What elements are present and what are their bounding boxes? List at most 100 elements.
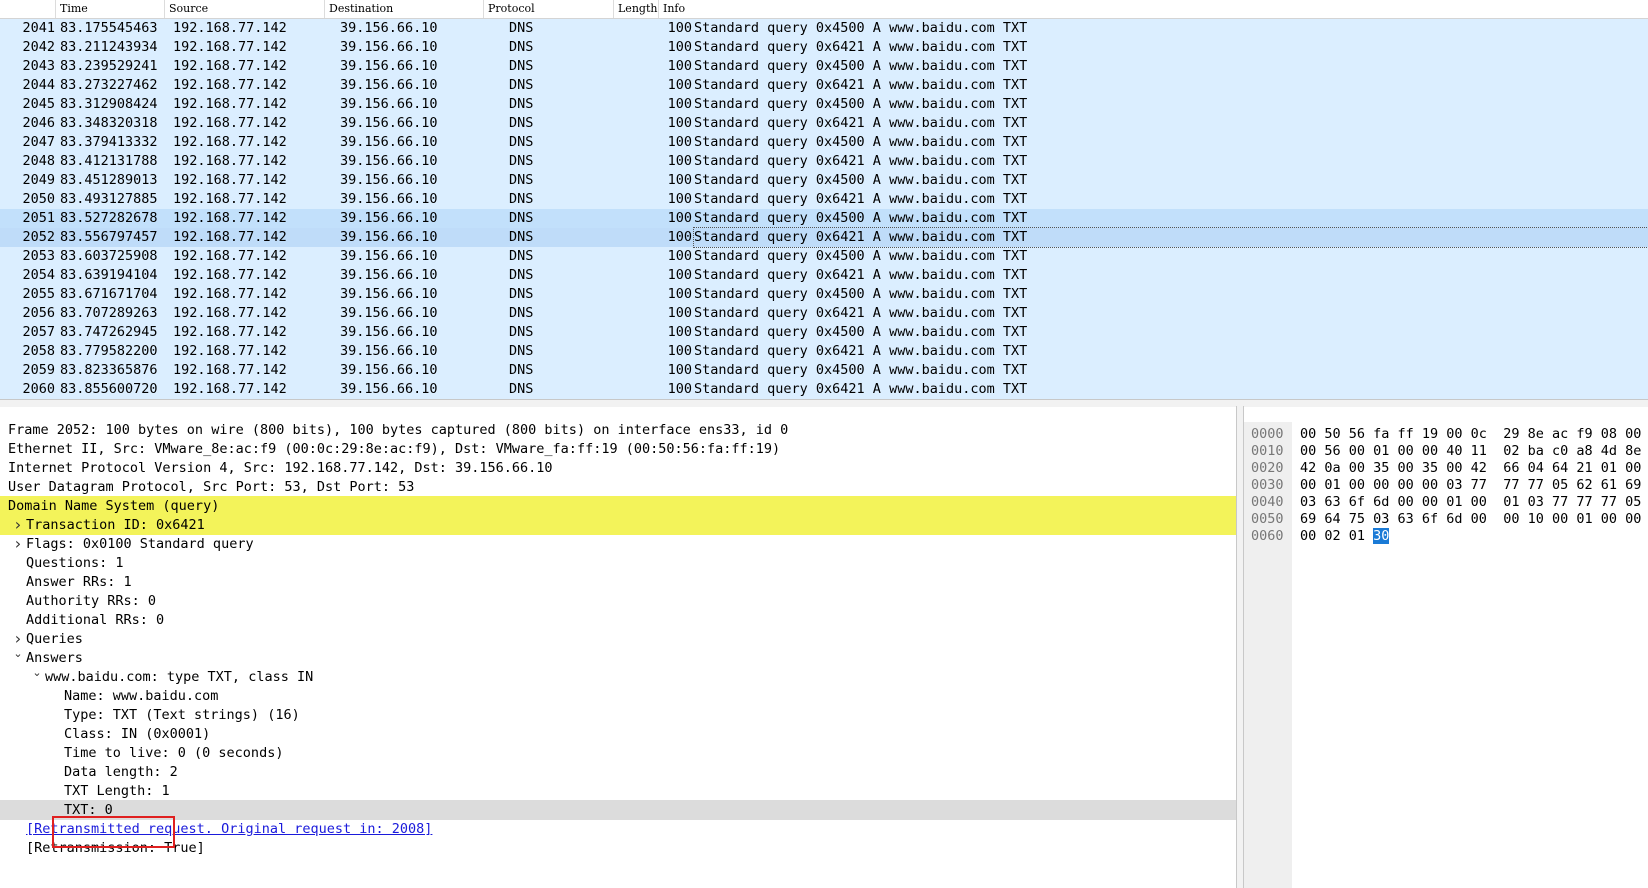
detail-text: Time to live: 0 (0 seconds) [64, 745, 284, 761]
pane-splitter-horizontal[interactable] [0, 399, 1648, 407]
table-row[interactable]: 2041 83.175545463 192.168.77.142 39.156.66.… [0, 19, 1648, 38]
packet-length: 100 [667, 381, 692, 397]
packet-protocol: DNS [509, 362, 534, 378]
packet-info: Standard query 0x6421 A www.baidu.com TX… [694, 77, 1028, 93]
table-row[interactable]: 2045 83.312908424 192.168.77.142 39.156.66.… [0, 95, 1648, 114]
packet-destination: 39.156.66.10 [340, 39, 438, 55]
table-row[interactable]: 2052 83.556797457 192.168.77.142 39.156.66.… [0, 227, 1648, 248]
packet-protocol: DNS [509, 39, 534, 55]
detail-text: TXT Length: 1 [64, 783, 170, 799]
selected-byte[interactable]: 30 [1373, 528, 1390, 544]
packet-protocol: DNS [509, 381, 534, 397]
table-row[interactable]: 2060 83.855600720 192.168.77.142 39.156.66.… [0, 380, 1648, 399]
table-row[interactable]: 2055 83.671671704 192.168.77.142 39.156.66.… [0, 285, 1648, 304]
detail-text: www.baidu.com: type TXT, class IN [45, 669, 314, 685]
detail-line[interactable]: › Flags: 0x0100 Standard query [0, 534, 1236, 554]
col-info-header[interactable]: Info [659, 0, 1648, 18]
packet-bytes-pane[interactable]: 0000 00 50 56 fa ff 19 00 0c 29 8e ac f9 … [1244, 422, 1648, 888]
packet-list[interactable]: Time Source Destination Protocol Length … [0, 0, 1648, 400]
hex-offset: 0050 [1251, 511, 1284, 527]
table-row[interactable]: 2050 83.493127885 192.168.77.142 39.156.66.… [0, 190, 1648, 209]
detail-text: User Datagram Protocol, Src Port: 53, Ds… [8, 479, 415, 495]
table-row[interactable]: 2043 83.239529241 192.168.77.142 39.156.66.… [0, 57, 1648, 76]
packet-length: 100 [667, 362, 692, 378]
pane-splitter-vertical[interactable] [1236, 406, 1244, 888]
detail-line[interactable]: ⌄ Answers [0, 647, 1236, 668]
packet-destination: 39.156.66.10 [340, 267, 438, 283]
detail-line[interactable]: Class: IN (0x0001) [0, 724, 1236, 744]
detail-line[interactable]: Name: www.baidu.com [0, 686, 1236, 706]
col-source-header[interactable]: Source [165, 0, 325, 18]
packet-destination: 39.156.66.10 [340, 191, 438, 207]
packet-length: 100 [667, 77, 692, 93]
packet-number: 2054 [22, 267, 55, 283]
chevron-right-icon[interactable]: › [11, 534, 25, 554]
packet-number: 2052 [22, 229, 55, 245]
detail-line[interactable]: Internet Protocol Version 4, Src: 192.16… [0, 458, 1236, 478]
packet-time: 83.273227462 [60, 77, 158, 93]
packet-number: 2056 [22, 305, 55, 321]
packet-protocol: DNS [509, 286, 534, 302]
chevron-down-icon[interactable]: ⌄ [30, 663, 44, 683]
packet-details-pane[interactable]: Frame 2052: 100 bytes on wire (800 bits)… [0, 420, 1236, 888]
detail-line[interactable]: TXT Length: 1 [0, 781, 1236, 801]
table-row[interactable]: 2046 83.348320318 192.168.77.142 39.156.66.… [0, 114, 1648, 133]
table-row[interactable]: 2047 83.379413332 192.168.77.142 39.156.66.… [0, 133, 1648, 152]
packet-info: Standard query 0x6421 A www.baidu.com TX… [694, 343, 1028, 359]
packet-time: 83.603725908 [60, 248, 158, 264]
table-row[interactable]: 2049 83.451289013 192.168.77.142 39.156.66.… [0, 171, 1648, 190]
detail-line[interactable]: Authority RRs: 0 [0, 591, 1236, 611]
packet-info: Standard query 0x6421 A www.baidu.com TX… [694, 153, 1028, 169]
table-row[interactable]: 2054 83.639194104 192.168.77.142 39.156.66.… [0, 266, 1648, 285]
table-row[interactable]: 2044 83.273227462 192.168.77.142 39.156.66.… [0, 76, 1648, 95]
detail-line[interactable]: TXT: 0 [0, 800, 1236, 820]
detail-line[interactable]: Time to live: 0 (0 seconds) [0, 743, 1236, 763]
detail-line[interactable]: [Retransmitted request. Original request… [0, 819, 1236, 839]
packet-source: 192.168.77.142 [173, 191, 287, 207]
detail-line[interactable]: Ethernet II, Src: VMware_8e:ac:f9 (00:0c… [0, 439, 1236, 459]
packet-time: 83.707289263 [60, 305, 158, 321]
detail-line[interactable]: Additional RRs: 0 [0, 610, 1236, 630]
detail-line[interactable]: [Retransmission: True] [0, 838, 1236, 858]
packet-source: 192.168.77.142 [173, 324, 287, 340]
packet-destination: 39.156.66.10 [340, 343, 438, 359]
col-no-header[interactable] [0, 0, 56, 18]
col-protocol-header[interactable]: Protocol [484, 0, 614, 18]
hex-bytes: 00 01 00 00 00 00 03 77 77 77 05 62 61 6… [1300, 476, 1648, 494]
detail-line[interactable]: Questions: 1 [0, 553, 1236, 573]
detail-line[interactable]: Domain Name System (query) [0, 496, 1236, 516]
col-length-header[interactable]: Length [614, 0, 659, 18]
detail-line[interactable]: Answer RRs: 1 [0, 572, 1236, 592]
table-row[interactable]: 2059 83.823365876 192.168.77.142 39.156.66.… [0, 361, 1648, 380]
packet-destination: 39.156.66.10 [340, 210, 438, 226]
detail-line[interactable]: Data length: 2 [0, 762, 1236, 782]
retransmission-link[interactable]: [Retransmitted request. Original request… [26, 819, 432, 839]
table-row[interactable]: 2051 83.527282678 192.168.77.142 39.156.66.… [0, 209, 1648, 228]
packet-source: 192.168.77.142 [173, 381, 287, 397]
col-destination-header[interactable]: Destination [325, 0, 484, 18]
packet-source: 192.168.77.142 [173, 96, 287, 112]
table-row[interactable]: 2042 83.211243934 192.168.77.142 39.156.66.… [0, 38, 1648, 57]
detail-line[interactable]: › Transaction ID: 0x6421 [0, 515, 1236, 535]
hex-bytes-text: 00 56 00 01 00 00 40 11 02 ba c0 a8 4d 8… [1300, 443, 1642, 459]
table-row[interactable]: 2058 83.779582200 192.168.77.142 39.156.66.… [0, 342, 1648, 361]
detail-line[interactable]: › Queries [0, 629, 1236, 649]
packet-source: 192.168.77.142 [173, 77, 287, 93]
table-row[interactable]: 2053 83.603725908 192.168.77.142 39.156.66.… [0, 247, 1648, 266]
detail-line[interactable]: User Datagram Protocol, Src Port: 53, Ds… [0, 477, 1236, 497]
packet-info: Standard query 0x6421 A www.baidu.com TX… [694, 267, 1028, 283]
detail-line[interactable]: Type: TXT (Text strings) (16) [0, 705, 1236, 725]
packet-source: 192.168.77.142 [173, 267, 287, 283]
packet-time: 83.379413332 [60, 134, 158, 150]
chevron-right-icon[interactable]: › [11, 515, 25, 535]
table-row[interactable]: 2057 83.747262945 192.168.77.142 39.156.66.… [0, 323, 1648, 342]
table-row[interactable]: 2056 83.707289263 192.168.77.142 39.156.66.… [0, 304, 1648, 323]
detail-line[interactable]: ⌄ www.baidu.com: type TXT, class IN [0, 666, 1236, 687]
packet-number: 2041 [22, 20, 55, 36]
chevron-down-icon[interactable]: ⌄ [11, 644, 25, 664]
detail-line[interactable]: Frame 2052: 100 bytes on wire (800 bits)… [0, 420, 1236, 440]
table-row[interactable]: 2048 83.412131788 192.168.77.142 39.156.66.… [0, 152, 1648, 171]
packet-time: 83.493127885 [60, 191, 158, 207]
col-time-header[interactable]: Time [56, 0, 165, 18]
packet-protocol: DNS [509, 172, 534, 188]
